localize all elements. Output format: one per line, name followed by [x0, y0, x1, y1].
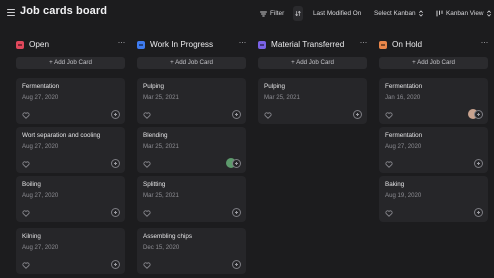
job-card[interactable]: Pulping Mar 25, 2021 [258, 78, 367, 124]
assign-add-icon[interactable] [111, 110, 120, 119]
updown-chevron-icon [486, 10, 491, 17]
view-label: Kanban View [446, 10, 484, 17]
card-date: Mar 25, 2021 [264, 94, 300, 101]
card-date: Aug 27, 2020 [22, 94, 59, 101]
heart-icon[interactable] [143, 112, 151, 119]
card-date: Aug 27, 2020 [22, 192, 59, 199]
heart-icon[interactable] [143, 262, 151, 269]
job-card[interactable]: Fermentation Aug 27, 2020 [16, 78, 125, 124]
heart-icon[interactable] [22, 262, 30, 269]
column-status-icon [137, 41, 145, 49]
column-status-icon [258, 41, 266, 49]
job-card[interactable]: Blending Mar 25, 2021 [137, 127, 246, 173]
column-menu-icon[interactable]: ··· [118, 37, 126, 47]
sort-by-button[interactable]: Last Modified On [310, 6, 364, 21]
job-card[interactable]: Boiling Aug 27, 2020 [16, 176, 125, 222]
heart-icon[interactable] [385, 161, 393, 168]
heart-icon[interactable] [385, 112, 393, 119]
card-title: Wort separation and cooling [22, 132, 101, 139]
job-card[interactable]: Wort separation and cooling Aug 27, 2020 [16, 127, 125, 173]
column-menu-icon[interactable]: ··· [239, 37, 247, 47]
column-on-hold: On Hold ··· + Add Job Card Fermentation … [379, 28, 489, 222]
column-title: Open [29, 40, 50, 49]
heart-icon[interactable] [385, 210, 393, 217]
sort-icon [295, 10, 301, 17]
card-date: Aug 27, 2020 [385, 143, 422, 150]
card-title: Kilning [22, 233, 41, 240]
column-work-in-progress: Work In Progress ··· + Add Job Card Pulp… [137, 28, 247, 274]
card-date: Jan 16, 2020 [385, 94, 421, 101]
column-open: Open ··· + Add Job Card Fermentation Aug… [16, 28, 126, 274]
job-card[interactable]: Kilning Aug 27, 2020 [16, 228, 125, 274]
assign-add-icon[interactable] [474, 159, 483, 168]
assign-add-icon[interactable] [474, 110, 483, 119]
card-title: Baking [385, 181, 405, 188]
card-date: Mar 25, 2021 [143, 94, 179, 101]
assign-add-icon[interactable] [232, 260, 241, 269]
add-job-card-button[interactable]: + Add Job Card [379, 57, 488, 69]
heart-icon[interactable] [22, 161, 30, 168]
heart-icon[interactable] [22, 210, 30, 217]
column-status-icon [379, 41, 387, 49]
card-title: Pulping [264, 83, 286, 90]
sort-label: Last Modified On [313, 10, 362, 17]
sort-direction-button[interactable] [293, 6, 303, 21]
job-card[interactable]: Splitting Mar 25, 2021 [137, 176, 246, 222]
column-title: Work In Progress [150, 40, 214, 49]
job-card[interactable]: Baking Aug 19, 2020 [379, 176, 488, 222]
card-title: Splitting [143, 181, 166, 188]
add-job-card-button[interactable]: + Add Job Card [137, 57, 246, 69]
heart-icon[interactable] [22, 112, 30, 119]
card-title: Boiling [22, 181, 41, 188]
card-title: Pulping [143, 83, 165, 90]
updown-chevron-icon [418, 10, 423, 17]
card-date: Aug 27, 2020 [22, 143, 59, 150]
page-title: Job cards board [20, 5, 108, 17]
heart-icon[interactable] [143, 161, 151, 168]
assign-add-icon[interactable] [232, 110, 241, 119]
kanban-icon [436, 10, 443, 17]
filter-label: Filter [270, 10, 285, 17]
card-title: Blending [143, 132, 168, 139]
column-menu-icon[interactable]: ··· [360, 37, 368, 47]
kanban-board: Open ··· + Add Job Card Fermentation Aug… [0, 28, 494, 278]
assign-add-icon[interactable] [111, 260, 120, 269]
column-menu-icon[interactable]: ··· [481, 37, 489, 47]
add-job-card-button[interactable]: + Add Job Card [16, 57, 125, 69]
select-kanban-label: Select Kanban [374, 10, 416, 17]
select-kanban-button[interactable]: Select Kanban [371, 6, 426, 21]
card-date: Mar 25, 2021 [143, 192, 179, 199]
card-title: Fermentation [22, 83, 60, 90]
job-card[interactable]: Fermentation Jan 16, 2020 [379, 78, 488, 124]
assign-add-icon[interactable] [353, 110, 362, 119]
card-title: Fermentation [385, 132, 423, 139]
heart-icon[interactable] [264, 112, 272, 119]
filter-button[interactable]: Filter [257, 6, 287, 21]
filter-icon [260, 11, 267, 16]
assign-add-icon[interactable] [111, 159, 120, 168]
column-status-icon [16, 41, 24, 49]
assign-add-icon[interactable] [232, 159, 241, 168]
assign-add-icon[interactable] [111, 208, 120, 217]
card-date: Aug 27, 2020 [22, 244, 59, 251]
assign-add-icon[interactable] [232, 208, 241, 217]
heart-icon[interactable] [143, 210, 151, 217]
column-title: On Hold [392, 40, 423, 49]
board-header: Job cards board Filter Last Modified On … [0, 0, 494, 28]
card-title: Assembling chips [143, 233, 192, 240]
card-title: Fermentation [385, 83, 423, 90]
job-card[interactable]: Assembling chips Dec 15, 2020 [137, 228, 246, 274]
column-title: Material Transferred [271, 40, 345, 49]
card-date: Aug 19, 2020 [385, 192, 422, 199]
card-date: Mar 25, 2021 [143, 143, 179, 150]
column-material-transferred: Material Transferred ··· + Add Job Card … [258, 28, 368, 124]
assign-add-icon[interactable] [474, 208, 483, 217]
card-date: Dec 15, 2020 [143, 244, 180, 251]
menu-icon[interactable] [7, 9, 15, 16]
add-job-card-button[interactable]: + Add Job Card [258, 57, 367, 69]
view-switcher-button[interactable]: Kanban View [433, 6, 494, 21]
job-card[interactable]: Pulping Mar 25, 2021 [137, 78, 246, 124]
job-card[interactable]: Fermentation Aug 27, 2020 [379, 127, 488, 173]
